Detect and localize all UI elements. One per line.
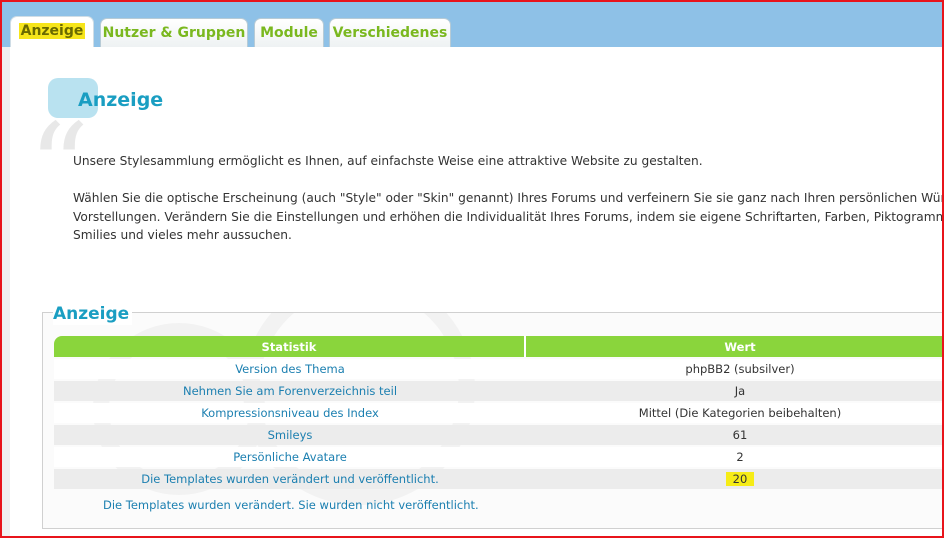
column-header-wert: Wert — [526, 336, 942, 357]
tab-bar: Anzeige Nutzer & Gruppen Module Verschie… — [2, 2, 942, 49]
table-row: Die Templates wurden verändert und veröf… — [54, 469, 942, 489]
tab-module[interactable]: Module — [254, 18, 324, 47]
row-value: Mittel (Die Kategorien beibehalten) — [526, 403, 942, 423]
row-label: Smileys — [54, 425, 526, 445]
row-value: phpBB2 (subsilver) — [526, 359, 942, 379]
tab-nutzer-gruppen-label: Nutzer & Gruppen — [102, 25, 246, 41]
table-row: Smileys 61 — [54, 425, 942, 445]
page-title: Anzeige — [78, 89, 164, 111]
row-label: Version des Thema — [54, 359, 526, 379]
tab-anzeige[interactable]: Anzeige — [10, 16, 94, 49]
templates-status-line: Die Templates wurden verändert. Sie wurd… — [103, 498, 479, 512]
left-sidebar-edge — [2, 47, 10, 536]
table-row: Kompressionsniveau des Index Mittel (Die… — [54, 403, 942, 423]
row-label: Nehmen Sie am Forenverzeichnis teil — [54, 381, 526, 401]
tab-anzeige-label: Anzeige — [18, 23, 86, 39]
table-row: Persönliche Avatare 2 — [54, 447, 942, 467]
tab-module-label: Module — [260, 25, 318, 41]
row-value: 20 — [526, 469, 942, 489]
intro-paragraph-2-line-3: Smilies und vieles mehr aussuchen. — [73, 228, 292, 242]
statistics-table: Statistik Wert Version des Thema phpBB2 … — [54, 334, 942, 491]
tab-verschiedenes[interactable]: Verschiedenes — [329, 18, 451, 47]
row-value: 2 — [526, 447, 942, 467]
row-label: Die Templates wurden verändert und veröf… — [54, 469, 526, 489]
table-row: Version des Thema phpBB2 (subsilver) — [54, 359, 942, 379]
tab-nutzer-gruppen[interactable]: Nutzer & Gruppen — [100, 18, 248, 47]
row-value: Ja — [526, 381, 942, 401]
highlighted-value: 20 — [725, 472, 755, 486]
table-row: Nehmen Sie am Forenverzeichnis teil Ja — [54, 381, 942, 401]
intro-paragraph-2: Wählen Sie die optische Erscheinung (auc… — [73, 189, 944, 245]
tab-verschiedenes-label: Verschiedenes — [332, 25, 448, 41]
row-label: Kompressionsniveau des Index — [54, 403, 526, 423]
panel-title: Anzeige — [53, 303, 133, 325]
screenshot-frame: Anzeige Nutzer & Gruppen Module Verschie… — [0, 0, 944, 538]
main-content: “ Anzeige Unsere Stylesammlung ermöglich… — [2, 47, 942, 536]
row-label: Persönliche Avatare — [54, 447, 526, 467]
column-header-statistik: Statistik — [54, 336, 526, 357]
intro-paragraph-2-line-2: Vorstellungen. Verändern Sie die Einstel… — [73, 209, 944, 224]
row-value: 61 — [526, 425, 942, 445]
intro-paragraph-1: Unsere Stylesammlung ermöglicht es Ihnen… — [73, 154, 703, 168]
intro-paragraph-2-line-1: Wählen Sie die optische Erscheinung (auc… — [73, 191, 944, 205]
